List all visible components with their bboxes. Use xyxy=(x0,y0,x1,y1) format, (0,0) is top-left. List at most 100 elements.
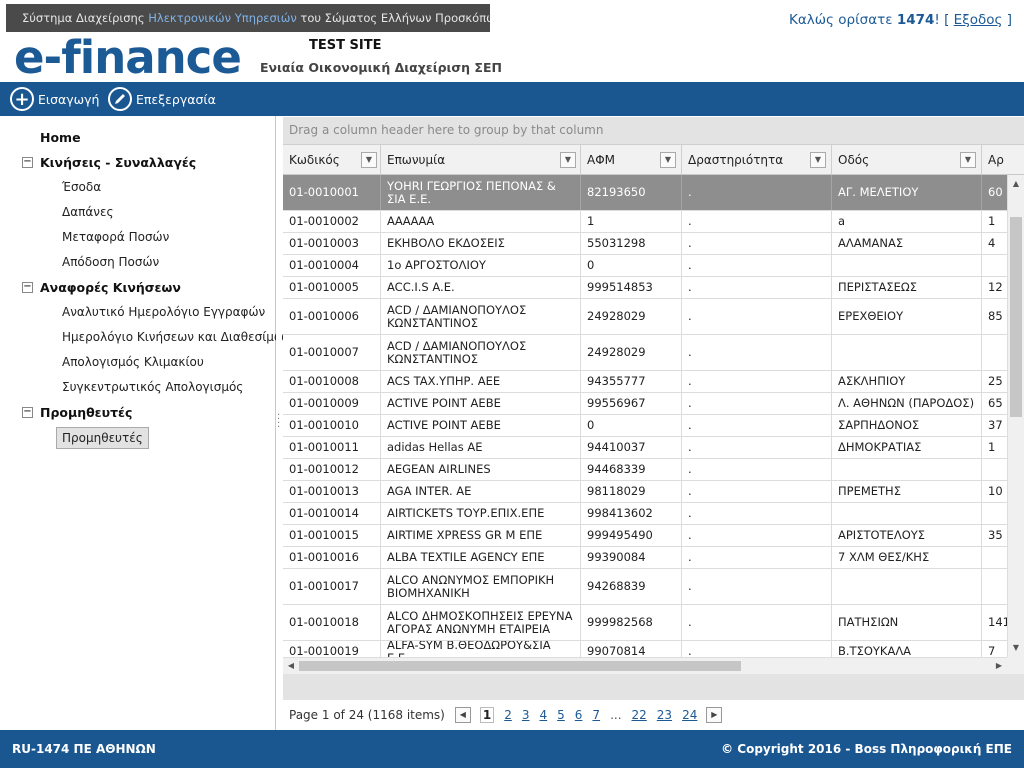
scroll-up-icon[interactable]: ▲ xyxy=(1008,177,1024,191)
table-cell: ΕΚΗΒΟΛΟ ΕΚΔΟΣΕΙΣ xyxy=(381,233,581,254)
table-cell: ΠΡΕΜΕΤΗΣ xyxy=(832,481,982,502)
insert-button[interactable]: + Εισαγωγή xyxy=(10,86,99,112)
table-row[interactable]: 01-0010013 AGA INTER. AE 98118029. ΠΡΕΜΕΤΗΣ… xyxy=(283,481,1007,503)
table-cell: 24928029 xyxy=(581,299,682,334)
group-by-panel[interactable]: Drag a column header here to group by th… xyxy=(283,117,1024,145)
page-link[interactable]: 24 xyxy=(682,708,697,722)
table-cell: 01-0010006 xyxy=(283,299,381,334)
nav-home[interactable]: Home xyxy=(40,130,81,145)
column-header-label: Κωδικός xyxy=(289,153,340,167)
efinance-logo[interactable]: e-finance xyxy=(14,30,242,86)
vertical-scroll-thumb[interactable] xyxy=(1010,217,1022,417)
table-cell: . xyxy=(682,415,832,436)
page-link[interactable]: 23 xyxy=(657,708,672,722)
table-cell: 01-0010002 xyxy=(283,211,381,232)
table-row[interactable]: 01-0010007 ACD / ΔΑΜΙΑΝΟΠΟΥΛΟΣ ΚΩΝΣΤΑΝΤΙΝ… xyxy=(283,335,1007,371)
table-cell: 94468339 xyxy=(581,459,682,480)
table-cell: 998413602 xyxy=(581,503,682,524)
table-row[interactable]: 01-0010010 ACTIVE POINT ΑΕΒΕ 0. ΣΑΡΠΗΔΟΝΟΣ 3… xyxy=(283,415,1007,437)
nav-group-transactions[interactable]: − Κινήσεις - Συναλλαγές xyxy=(22,155,196,170)
table-row[interactable]: 01-0010019ALFA-SYM Β.ΘΕΟΔΩΡΟΥ&ΣΙΑ Ε.Ε.99… xyxy=(283,641,1007,657)
table-row[interactable]: 01-0010016 ALBA TEXTILE AGENCY ΕΠΕ 9939008… xyxy=(283,547,1007,569)
nav-item-expenses[interactable]: Δαπάνες xyxy=(62,205,114,219)
vertical-scrollbar[interactable]: ▲ ▼ xyxy=(1007,175,1024,657)
collapse-icon[interactable]: − xyxy=(22,157,33,168)
logout-link[interactable]: Εξοδος xyxy=(954,12,1003,28)
table-cell: . xyxy=(682,503,832,524)
table-row[interactable]: 01-0010011 adidas Hellas AE 94410037. ΔΗΜΟΚ… xyxy=(283,437,1007,459)
page-link[interactable]: 3 xyxy=(522,708,530,722)
nav-item-summary-report[interactable]: Συγκεντρωτικός Απολογισμός xyxy=(62,380,243,394)
nav-item-suppliers-selected[interactable]: Προμηθευτές xyxy=(56,427,149,449)
column-header-activity[interactable]: Δραστηριότητα ▼ xyxy=(682,145,832,174)
nav-item-income[interactable]: Έσοδα xyxy=(62,180,101,194)
horizontal-scroll-thumb[interactable] xyxy=(299,661,741,671)
table-row[interactable]: 01-0010017 ALCO ΑΝΩΝΥΜΟΣ ΕΜΠΟΡΙΚΗ ΒΙΟΜΗΧΑ… xyxy=(283,569,1007,605)
prev-page-icon[interactable]: ◀ xyxy=(454,707,471,723)
page-link[interactable]: 2 xyxy=(504,708,512,722)
table-cell: 01-0010011 xyxy=(283,437,381,458)
table-row[interactable]: 01-0010015 AIRTIME XPRESS GR M ΕΠΕ 9994954… xyxy=(283,525,1007,547)
page-link[interactable]: 6 xyxy=(575,708,583,722)
table-row[interactable]: 01-0010002 ΑΑΑΑΑΑ 1. a 1 xyxy=(283,211,1007,233)
nav-group-reports[interactable]: − Αναφορές Κινήσεων xyxy=(22,280,181,295)
nav-group-suppliers[interactable]: − Προμηθευτές xyxy=(22,405,132,420)
column-header-street[interactable]: Οδός ▼ xyxy=(832,145,982,174)
table-row[interactable]: 01-0010001 ΥΟΗRI ΓΕΩΡΓΙΟΣ ΠΕΠΟΝΑΣ & ΣΙΑ Ε… xyxy=(283,175,1007,211)
column-header-number[interactable]: Αρ xyxy=(982,145,1024,174)
welcome-sep: ! [ xyxy=(934,12,954,28)
filter-dropdown-icon[interactable]: ▼ xyxy=(810,152,826,168)
table-row[interactable]: 01-0010014 AIRTICKETS ΤΟΥΡ.ΕΠΙΧ.ΕΠΕ 998413… xyxy=(283,503,1007,525)
next-page-icon[interactable]: ▶ xyxy=(706,707,723,723)
table-row[interactable]: 01-0010006 ACD / ΔΑΜΙΑΝΟΠΟΥΛΟΣ ΚΩΝΣΤΑΝΤΙΝ… xyxy=(283,299,1007,335)
table-cell: a xyxy=(832,211,982,232)
table-row[interactable]: 01-0010005 ACC.I.S A.E. 999514853. ΠΕΡΙΣΤΑΣ… xyxy=(283,277,1007,299)
filter-dropdown-icon[interactable]: ▼ xyxy=(960,152,976,168)
plus-icon: + xyxy=(10,87,34,111)
table-row[interactable]: 01-0010018 ALCO ΔΗΜΟΣΚΟΠΗΣΕΙΣ ΕΡΕΥΝΑ ΑΓΟΡ… xyxy=(283,605,1007,641)
scroll-right-icon[interactable]: ▶ xyxy=(992,658,1006,674)
filter-dropdown-icon[interactable]: ▼ xyxy=(660,152,676,168)
page-link[interactable]: 5 xyxy=(557,708,565,722)
table-row[interactable]: 01-0010012 AEGEAN AIRLINES 94468339. xyxy=(283,459,1007,481)
table-row[interactable]: 01-0010004 1ο ΑΡΓΟΣΤΟΛΙΟΥ 0. xyxy=(283,255,1007,277)
nav-item-journal[interactable]: Αναλυτικό Ημερολόγιο Εγγραφών xyxy=(62,305,265,319)
scroll-left-icon[interactable]: ◀ xyxy=(284,658,298,674)
table-row[interactable]: 01-0010003 ΕΚΗΒΟΛΟ ΕΚΔΟΣΕΙΣ 55031298. ΑΛΑΜΑ… xyxy=(283,233,1007,255)
splitter-grip-icon[interactable]: · · · · xyxy=(277,411,280,433)
filter-dropdown-icon[interactable]: ▼ xyxy=(361,152,377,168)
table-row[interactable]: 01-0010009 ACTIVE POINT ΑΕΒΕ 99556967. Λ. Α… xyxy=(283,393,1007,415)
table-cell: 99556967 xyxy=(581,393,682,414)
page-link[interactable]: 1 xyxy=(479,707,495,723)
footer-unit: RU-1474 ΠΕ ΑΘΗΝΩΝ xyxy=(12,742,156,756)
nav-item-unit-report[interactable]: Απολογισμός Κλιμακίου xyxy=(62,355,204,369)
page-link[interactable]: 4 xyxy=(540,708,548,722)
table-cell: 98118029 xyxy=(581,481,682,502)
table-cell: 01-0010018 xyxy=(283,605,381,640)
scroll-corner xyxy=(1007,657,1024,674)
column-header-name[interactable]: Επωνυμία ▼ xyxy=(381,145,581,174)
table-cell: . xyxy=(682,175,832,210)
nav-item-cash-journal[interactable]: Ημερολόγιο Κινήσεων και Διαθεσίμων xyxy=(62,330,291,344)
scroll-down-icon[interactable]: ▼ xyxy=(1008,641,1024,655)
horizontal-scrollbar[interactable]: ◀ ▶ xyxy=(283,657,1007,674)
collapse-icon[interactable]: − xyxy=(22,282,33,293)
app-header: Σύστημα Διαχείρισης Ηλεκτρονικών Υπηρεσι… xyxy=(0,0,1024,84)
panel-splitter[interactable]: · · · · xyxy=(276,116,282,730)
nav-group-label: Κινήσεις - Συναλλαγές xyxy=(40,155,197,170)
edit-button[interactable]: Επεξεργασία xyxy=(108,86,216,112)
table-cell: 01-0010013 xyxy=(283,481,381,502)
page-link[interactable]: 7 xyxy=(592,708,600,722)
column-header-label: ΑΦΜ xyxy=(587,153,616,167)
column-header-afm[interactable]: ΑΦΜ ▼ xyxy=(581,145,682,174)
filter-dropdown-icon[interactable]: ▼ xyxy=(560,152,576,168)
table-cell: 0 xyxy=(581,255,682,276)
page-link[interactable]: 22 xyxy=(632,708,647,722)
table-row[interactable]: 01-0010008 ACS TAX.ΥΠΗΡ. ΑΕΕ 94355777. ΑΣΚΛ… xyxy=(283,371,1007,393)
column-header-code[interactable]: Κωδικός ▼ xyxy=(283,145,381,174)
top-banner: Σύστημα Διαχείρισης Ηλεκτρονικών Υπηρεσι… xyxy=(6,4,490,32)
nav-item-disbursement[interactable]: Απόδοση Ποσών xyxy=(62,255,159,269)
collapse-icon[interactable]: − xyxy=(22,407,33,418)
table-cell: ΕΡΕΧΘΕΙΟΥ xyxy=(832,299,982,334)
nav-item-transfer[interactable]: Μεταφορά Ποσών xyxy=(62,230,169,244)
